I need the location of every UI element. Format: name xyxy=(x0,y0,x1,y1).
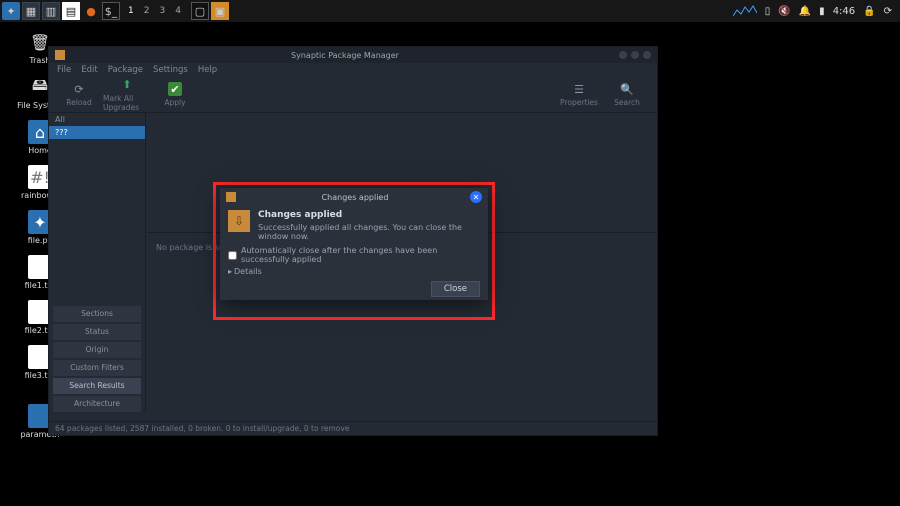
menu-settings[interactable]: Settings xyxy=(153,65,188,75)
window-minimize-button[interactable] xyxy=(619,51,627,59)
details-label: Details xyxy=(234,267,262,276)
synaptic-statusbar: 64 packages listed, 2587 installed, 0 br… xyxy=(49,421,657,435)
taskbar-running-terminal[interactable]: ▢ xyxy=(191,2,209,20)
dialog-close-button[interactable]: ✕ xyxy=(470,191,482,203)
taskbar-app-2[interactable]: ▥ xyxy=(42,2,60,20)
search-icon: 🔍 xyxy=(620,82,634,96)
taskbar-running-synaptic[interactable]: ▣ xyxy=(211,2,229,20)
chevron-right-icon: ▸ xyxy=(228,267,232,276)
side-btn-status[interactable]: Status xyxy=(53,324,141,340)
synaptic-app-icon xyxy=(55,50,65,60)
side-btn-search-results[interactable]: Search Results xyxy=(53,378,141,394)
details-expander[interactable]: ▸ Details xyxy=(228,267,480,276)
menu-package[interactable]: Package xyxy=(108,65,143,75)
power-icon[interactable]: ⟳ xyxy=(884,6,892,17)
category-selected[interactable]: ??? xyxy=(49,126,145,139)
volume-muted-icon[interactable]: 🔇 xyxy=(778,6,790,17)
reload-icon: ⟳ xyxy=(72,82,86,96)
clock[interactable]: 4:46 xyxy=(833,6,855,17)
notifications-icon[interactable]: 🔔 xyxy=(799,6,811,17)
toolbar-properties[interactable]: ☰Properties xyxy=(555,82,603,107)
taskbar-app-1[interactable]: ▦ xyxy=(22,2,40,20)
changes-applied-dialog: Changes applied ✕ ⇩ Changes applied Succ… xyxy=(220,188,488,300)
side-btn-architecture[interactable]: Architecture xyxy=(53,396,141,412)
dialog-title: Changes applied xyxy=(240,193,470,202)
auto-close-label: Automatically close after the changes ha… xyxy=(241,246,480,264)
lock-icon[interactable]: 🔒 xyxy=(863,6,875,17)
close-button[interactable]: Close xyxy=(431,281,480,297)
workspace-1[interactable]: 1 xyxy=(128,6,134,16)
side-btn-sections[interactable]: Sections xyxy=(53,306,141,322)
package-icon: ⇩ xyxy=(228,210,250,232)
menu-edit[interactable]: Edit xyxy=(81,65,97,75)
battery-icon[interactable]: ▮ xyxy=(819,6,825,17)
synaptic-title: Synaptic Package Manager xyxy=(71,51,619,60)
dialog-app-icon xyxy=(226,192,236,202)
auto-close-checkbox-row[interactable]: Automatically close after the changes ha… xyxy=(228,246,480,264)
auto-close-checkbox[interactable] xyxy=(228,251,237,260)
taskbar-terminal[interactable]: $_ xyxy=(102,2,120,20)
workspace-switcher[interactable]: 1 2 3 4 xyxy=(128,6,181,16)
window-close-button[interactable] xyxy=(643,51,651,59)
taskbar-filemanager[interactable]: ▤ xyxy=(62,2,80,20)
window-maximize-button[interactable] xyxy=(631,51,639,59)
synaptic-toolbar: ⟳Reload ⬆Mark All Upgrades ✔Apply ☰Prope… xyxy=(49,77,657,113)
synaptic-titlebar[interactable]: Synaptic Package Manager xyxy=(49,47,657,63)
apply-icon: ✔ xyxy=(168,82,182,96)
toolbar-reload[interactable]: ⟳Reload xyxy=(55,82,103,107)
menu-help[interactable]: Help xyxy=(198,65,217,75)
side-btn-origin[interactable]: Origin xyxy=(53,342,141,358)
side-btn-custom[interactable]: Custom Filters xyxy=(53,360,141,376)
synaptic-sidebar: All ??? Sections Status Origin Custom Fi… xyxy=(49,113,145,413)
workspace-3[interactable]: 3 xyxy=(159,6,165,16)
toolbar-mark-upgrades[interactable]: ⬆Mark All Upgrades xyxy=(103,78,151,112)
start-menu-button[interactable]: ✦ xyxy=(2,2,20,20)
network-graph-icon xyxy=(733,4,757,18)
workspace-2[interactable]: 2 xyxy=(144,6,150,16)
toolbar-apply[interactable]: ✔Apply xyxy=(151,82,199,107)
dialog-titlebar[interactable]: Changes applied ✕ xyxy=(220,188,488,206)
category-all[interactable]: All xyxy=(49,113,145,126)
toolbar-search[interactable]: 🔍Search xyxy=(603,82,651,107)
tray-separator-icon: ▯ xyxy=(765,6,771,17)
taskbar: ✦ ▦ ▥ ▤ ● $_ 1 2 3 4 ▢ ▣ ▯ 🔇 🔔 ▮ 4:46 🔒 … xyxy=(0,0,900,22)
menu-file[interactable]: File xyxy=(57,65,71,75)
taskbar-firefox[interactable]: ● xyxy=(82,2,100,20)
synaptic-menubar: File Edit Package Settings Help xyxy=(49,63,657,77)
upgrade-icon: ⬆ xyxy=(120,78,134,92)
dialog-message: Successfully applied all changes. You ca… xyxy=(258,223,480,241)
properties-icon: ☰ xyxy=(572,82,586,96)
workspace-4[interactable]: 4 xyxy=(175,6,181,16)
dialog-heading: Changes applied xyxy=(258,210,480,220)
